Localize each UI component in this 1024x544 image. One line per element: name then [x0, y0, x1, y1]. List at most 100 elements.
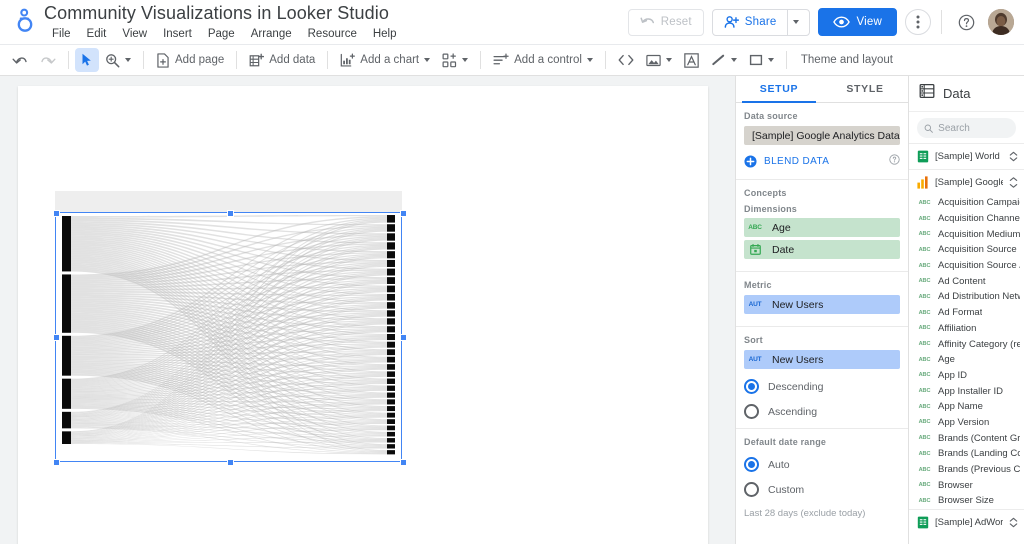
- menu-page[interactable]: Page: [200, 26, 243, 43]
- date-range-option-auto[interactable]: Auto: [744, 457, 900, 472]
- data-field-row[interactable]: ABC Ad Content: [909, 273, 1024, 289]
- reset-button[interactable]: Reset: [627, 8, 704, 36]
- sankey-node-right[interactable]: [387, 444, 395, 449]
- insert-text-button[interactable]: [678, 48, 705, 72]
- data-field-row[interactable]: ABC Acquisition Channel: [909, 211, 1024, 227]
- sankey-node-right[interactable]: [387, 412, 395, 418]
- sankey-node-right[interactable]: [387, 334, 395, 341]
- sankey-node-right[interactable]: [387, 364, 395, 370]
- undo-button[interactable]: [6, 48, 34, 72]
- data-field-row[interactable]: ABC Acquisition Medium: [909, 226, 1024, 242]
- radio-auto[interactable]: [744, 457, 759, 472]
- insert-image-button[interactable]: [640, 48, 678, 72]
- sankey-node-right[interactable]: [387, 371, 395, 377]
- sankey-node-right[interactable]: [387, 356, 395, 363]
- radio-ascending[interactable]: [744, 404, 759, 419]
- sankey-node-right[interactable]: [387, 285, 395, 293]
- insert-shape-button[interactable]: [743, 48, 780, 72]
- data-field-row[interactable]: ABC Acquisition Source / ...: [909, 258, 1024, 274]
- sankey-node-right[interactable]: [387, 224, 395, 232]
- sankey-node-left[interactable]: [62, 411, 71, 429]
- data-field-row[interactable]: ABC Age: [909, 352, 1024, 368]
- blend-data-button[interactable]: BLEND DATA: [744, 152, 900, 170]
- add-control-button[interactable]: Add a control: [487, 48, 599, 72]
- sankey-node-right[interactable]: [387, 431, 395, 437]
- sankey-node-right[interactable]: [387, 392, 395, 398]
- data-field-row[interactable]: ABC Browser Size: [909, 493, 1024, 509]
- menu-insert[interactable]: Insert: [155, 26, 200, 43]
- sort-field-chip[interactable]: AUT New Users: [744, 350, 900, 369]
- sankey-node-right[interactable]: [387, 251, 395, 259]
- sankey-node-right[interactable]: [387, 293, 395, 301]
- data-field-row[interactable]: ABC Affinity Category (rea...: [909, 336, 1024, 352]
- sankey-node-right[interactable]: [387, 277, 395, 284]
- data-source-row[interactable]: [Sample] Google A...: [909, 169, 1024, 195]
- sankey-node-right[interactable]: [387, 385, 395, 391]
- data-field-row[interactable]: ABC Brands (Content Grou...: [909, 430, 1024, 446]
- sankey-link[interactable]: [71, 215, 387, 218]
- data-field-list[interactable]: [Sample] World Po... [Sample] Google A...…: [909, 143, 1024, 544]
- data-field-row[interactable]: ABC Affiliation: [909, 321, 1024, 337]
- radio-descending[interactable]: [744, 379, 759, 394]
- embed-code-button[interactable]: [612, 48, 640, 72]
- search-input[interactable]: [938, 122, 1009, 134]
- sankey-node-right[interactable]: [387, 425, 395, 431]
- add-chart-button[interactable]: Add a chart: [334, 48, 436, 72]
- unfold-more-icon[interactable]: [1009, 517, 1018, 528]
- help-button[interactable]: [952, 8, 980, 36]
- select-tool-button[interactable]: [75, 48, 99, 72]
- unfold-more-icon[interactable]: [1009, 151, 1018, 162]
- data-source-row[interactable]: [Sample] AdWords ...: [909, 508, 1024, 535]
- menu-file[interactable]: File: [44, 26, 79, 43]
- view-button[interactable]: View: [818, 8, 897, 36]
- sankey-node-left[interactable]: [62, 335, 71, 376]
- data-field-row[interactable]: ABC Brands (Previous Con...: [909, 462, 1024, 478]
- sankey-node-right[interactable]: [387, 438, 395, 443]
- report-page[interactable]: [18, 86, 708, 544]
- insert-line-button[interactable]: [705, 48, 743, 72]
- user-avatar[interactable]: [988, 9, 1014, 35]
- document-title[interactable]: Community Visualizations in Looker Studi…: [44, 2, 405, 24]
- metric-chip-new-users[interactable]: AUT New Users: [744, 295, 900, 314]
- menu-resource[interactable]: Resource: [300, 26, 365, 43]
- sankey-node-left[interactable]: [62, 216, 71, 272]
- data-field-row[interactable]: ABC App Version: [909, 415, 1024, 431]
- sankey-node-left[interactable]: [62, 274, 71, 333]
- theme-and-layout-button[interactable]: Theme and layout: [793, 54, 893, 66]
- menu-help[interactable]: Help: [365, 26, 405, 43]
- report-canvas[interactable]: [0, 76, 735, 544]
- sankey-node-right[interactable]: [387, 310, 395, 317]
- sort-option-descending[interactable]: Descending: [744, 379, 900, 394]
- sankey-node-right[interactable]: [387, 450, 395, 455]
- tab-setup[interactable]: SETUP: [736, 76, 822, 103]
- sankey-node-left[interactable]: [62, 378, 71, 409]
- sankey-node-right[interactable]: [387, 233, 395, 241]
- sankey-node-right[interactable]: [387, 349, 395, 356]
- data-field-row[interactable]: ABC App ID: [909, 368, 1024, 384]
- radio-custom[interactable]: [744, 482, 759, 497]
- sankey-node-right[interactable]: [387, 406, 395, 412]
- sankey-node-right[interactable]: [387, 341, 395, 348]
- sankey-node-left[interactable]: [62, 431, 71, 444]
- sankey-node-right[interactable]: [387, 215, 395, 223]
- dimension-chip-age[interactable]: ABC Age: [744, 218, 900, 237]
- community-visualizations-button[interactable]: [436, 48, 474, 72]
- menu-view[interactable]: View: [114, 26, 155, 43]
- share-button[interactable]: Share: [711, 8, 811, 36]
- data-field-row[interactable]: ABC App Name: [909, 399, 1024, 415]
- date-range-option-custom[interactable]: Custom: [744, 482, 900, 497]
- sankey-node-right[interactable]: [387, 242, 395, 250]
- add-data-button[interactable]: Add data: [243, 48, 321, 72]
- data-source-chip[interactable]: [Sample] Google Analytics Data: [744, 126, 900, 145]
- sankey-node-right[interactable]: [387, 326, 395, 333]
- sankey-community-visualization[interactable]: [55, 191, 402, 466]
- share-dropdown-button[interactable]: [787, 9, 804, 35]
- sankey-node-right[interactable]: [387, 399, 395, 405]
- sankey-node-right[interactable]: [387, 302, 395, 309]
- data-field-row[interactable]: ABC Ad Distribution Netw...: [909, 289, 1024, 305]
- sankey-node-right[interactable]: [387, 318, 395, 325]
- data-field-row[interactable]: ABC Browser: [909, 477, 1024, 493]
- data-search-box[interactable]: [917, 118, 1016, 138]
- zoom-tool-button[interactable]: [99, 48, 137, 72]
- sankey-node-right[interactable]: [387, 378, 395, 384]
